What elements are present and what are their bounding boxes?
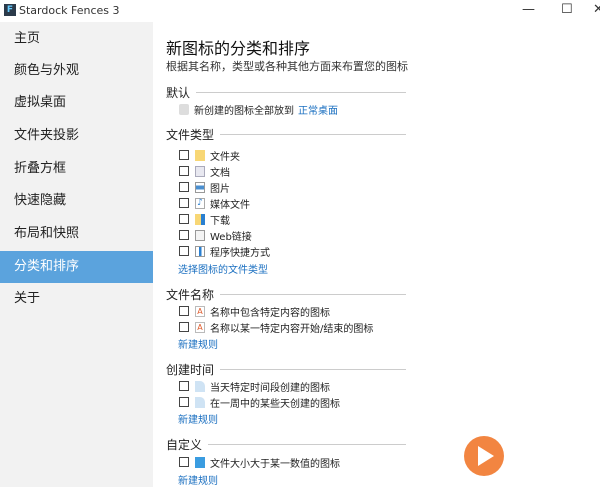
row-label: 当天特定时间段创建的图标: [210, 382, 330, 394]
text-file-icon: A: [195, 305, 205, 317]
picture-icon: [195, 181, 205, 193]
checkbox[interactable]: [179, 381, 189, 391]
created-time-row[interactable]: 当天特定时间段创建的图标: [179, 379, 330, 394]
checkbox[interactable]: [179, 214, 189, 224]
checkbox[interactable]: [179, 182, 189, 192]
checkbox[interactable]: [179, 322, 189, 332]
sidebar-item-rollup[interactable]: 折叠方框: [0, 153, 153, 185]
default-text: 新创建的图标全部放到: [194, 105, 294, 117]
section-heading: 默认: [166, 86, 191, 100]
filename-contains-row[interactable]: A 名称中包含特定内容的图标: [179, 304, 330, 319]
checkbox[interactable]: [179, 246, 189, 256]
section-created: 创建时间: [166, 361, 406, 378]
minimize-button[interactable]: —: [522, 2, 535, 17]
maximize-button[interactable]: ☐: [561, 2, 573, 17]
row-label: 名称中包含特定内容的图标: [210, 307, 330, 319]
filetype-shortcut-row[interactable]: 程序快捷方式: [179, 244, 270, 259]
section-heading: 自定义: [166, 438, 203, 452]
choose-file-types-link[interactable]: 选择图标的文件类型: [178, 261, 268, 276]
row-label: 下载: [210, 215, 230, 227]
row-label: 文件大小大于某一数值的图标: [210, 458, 340, 470]
clock-file-icon: [195, 380, 205, 392]
row-label: 图片: [210, 183, 230, 195]
checkbox[interactable]: [179, 150, 189, 160]
section-file-name: 文件名称: [166, 286, 406, 303]
sidebar-item-sorting[interactable]: 分类和排序: [0, 251, 153, 283]
row-label: 在一周中的某些天创建的图标: [210, 398, 340, 410]
section-custom: 自定义: [166, 436, 406, 453]
sidebar-item-quick-hide[interactable]: 快速隐藏: [0, 185, 153, 217]
media-icon: ♪: [195, 197, 205, 209]
sidebar-item-virtual-desktop[interactable]: 虚拟桌面: [0, 87, 153, 119]
checkbox[interactable]: [179, 397, 189, 407]
filetype-download-row[interactable]: 下载: [179, 212, 230, 227]
watermark-logo: [460, 430, 595, 482]
section-default: 默认: [166, 84, 406, 101]
sidebar-item-appearance[interactable]: 颜色与外观: [0, 55, 153, 87]
row-label: 文档: [210, 167, 230, 179]
checkbox[interactable]: [179, 198, 189, 208]
filetype-web-row[interactable]: Web链接: [179, 228, 252, 243]
checkbox[interactable]: [179, 166, 189, 176]
filetype-media-row[interactable]: ♪ 媒体文件: [179, 196, 250, 211]
section-heading: 创建时间: [166, 363, 215, 377]
checkbox[interactable]: [179, 230, 189, 240]
page-title: 新图标的分类和排序: [166, 39, 311, 58]
filetype-folder-row[interactable]: 文件夹: [179, 148, 240, 163]
custom-size-row[interactable]: 文件大小大于某一数值的图标: [179, 455, 340, 470]
title-bar: F Stardock Fences 3 — ☐ ✕: [0, 0, 600, 22]
row-label: 程序快捷方式: [210, 247, 270, 259]
text-file-icon: A: [195, 321, 205, 333]
sidebar: 主页 颜色与外观 虚拟桌面 文件夹投影 折叠方框 快速隐藏 布局和快照 分类和排…: [0, 22, 153, 487]
page-subtitle: 根据其名称，类型或各种其他方面来布置您的图标: [166, 60, 408, 73]
normal-desktop-link[interactable]: 正常桌面: [298, 102, 338, 117]
checkbox[interactable]: [179, 457, 189, 467]
shortcut-icon: [195, 245, 205, 257]
new-rule-link[interactable]: 新建规则: [178, 411, 218, 426]
section-file-type: 文件类型: [166, 126, 406, 143]
clock-file-icon: [195, 396, 205, 408]
sidebar-item-folder-portal[interactable]: 文件夹投影: [0, 120, 153, 152]
checkbox[interactable]: [179, 306, 189, 316]
web-link-icon: [195, 229, 205, 241]
filetype-document-row[interactable]: 文档: [179, 164, 230, 179]
cube-icon: [195, 456, 205, 468]
section-heading: 文件名称: [166, 288, 215, 302]
window-title: Stardock Fences 3: [19, 4, 120, 17]
created-weekday-row[interactable]: 在一周中的某些天创建的图标: [179, 395, 340, 410]
row-label: 媒体文件: [210, 199, 250, 211]
new-rule-link[interactable]: 新建规则: [178, 472, 218, 487]
row-label: 名称以某一特定内容开始/结束的图标: [210, 323, 374, 335]
filename-startsends-row[interactable]: A 名称以某一特定内容开始/结束的图标: [179, 320, 374, 335]
new-rule-link[interactable]: 新建规则: [178, 336, 218, 351]
sidebar-item-home[interactable]: 主页: [0, 23, 153, 55]
app-icon: F: [4, 4, 16, 16]
desktop-icon: [179, 103, 189, 115]
filetype-picture-row[interactable]: 图片: [179, 180, 230, 195]
sidebar-item-layouts[interactable]: 布局和快照: [0, 218, 153, 250]
section-heading: 文件类型: [166, 128, 215, 142]
row-label: Web链接: [210, 231, 252, 243]
document-icon: [195, 165, 205, 177]
download-folder-icon: [195, 213, 205, 225]
sidebar-item-about[interactable]: 关于: [0, 283, 153, 315]
row-label: 文件夹: [210, 151, 240, 163]
close-button[interactable]: ✕: [593, 2, 600, 17]
folder-icon: [195, 149, 205, 161]
